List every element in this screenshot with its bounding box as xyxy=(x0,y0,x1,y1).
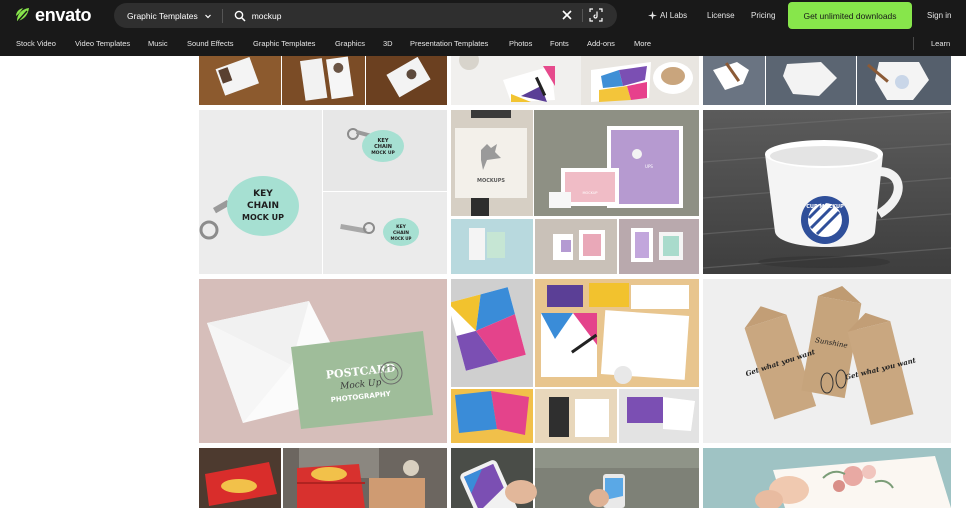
result-tile-keychain[interactable]: KEY CHAIN MOCK UP KEY CHAIN MOCK UP KEY … xyxy=(199,110,447,274)
nav-divider xyxy=(913,37,914,50)
tshirt-mockup-image xyxy=(703,56,951,105)
ai-labs-link[interactable]: AI Labs xyxy=(648,11,687,20)
sparkle-icon xyxy=(648,11,657,20)
sign-in-link[interactable]: Sign in xyxy=(927,0,951,31)
branding-ups-text: UPS xyxy=(645,164,653,169)
nav-item-graphic-templates[interactable]: Graphic Templates xyxy=(253,31,315,56)
nav-item-fonts[interactable]: Fonts xyxy=(550,31,569,56)
get-unlimited-downloads-button[interactable]: Get unlimited downloads xyxy=(788,2,912,29)
chevron-down-icon xyxy=(204,14,211,18)
nav-item-sound-effects[interactable]: Sound Effects xyxy=(187,31,234,56)
search-divider-right xyxy=(582,9,583,22)
cup-mockup-text: CUP MOCKUP xyxy=(806,204,844,210)
result-tile-branding[interactable]: MOCKUPS UPS MOCKUP xyxy=(451,110,699,274)
nav-item-presentation-templates[interactable]: Presentation Templates xyxy=(410,31,488,56)
logo-text: envato xyxy=(35,4,92,25)
keychain-mockup-image: KEY CHAIN MOCK UP KEY CHAIN MOCK UP KEY … xyxy=(199,110,447,274)
postcard-mockup-image: POSTCARD Mock Up PHOTOGRAPHY xyxy=(199,279,447,443)
nav-item-graphics[interactable]: Graphics xyxy=(335,31,365,56)
keychain-line3: MOCK UP xyxy=(242,213,284,222)
keychain-small2-line3: MOCK UP xyxy=(391,236,412,241)
pricing-link[interactable]: Pricing xyxy=(751,11,775,20)
nav-item-music[interactable]: Music xyxy=(148,31,168,56)
result-tile-phone[interactable] xyxy=(451,448,699,508)
result-tile-business-cards[interactable] xyxy=(199,56,447,105)
search-icon xyxy=(234,10,246,22)
keychain-small2-line1: KEY xyxy=(396,224,407,230)
category-label: Graphic Templates xyxy=(127,10,198,21)
cup-mockup-image: CUP MOCKUP xyxy=(703,110,951,274)
branding-mockups-text: MOCKUPS xyxy=(477,178,505,184)
keychain-small-line3: MOCK UP xyxy=(371,150,395,156)
kraft-envelope-mockup-image: Get what you want Sunshine Get what you … xyxy=(703,279,951,443)
phone-mockup-image xyxy=(451,448,699,508)
visual-search-icon[interactable] xyxy=(589,8,603,22)
nav-item-add-ons[interactable]: Add-ons xyxy=(587,31,615,56)
envato-leaf-icon xyxy=(16,8,29,22)
keychain-line2: CHAIN xyxy=(247,201,279,211)
close-icon[interactable] xyxy=(561,9,573,21)
result-tile-tshirt[interactable] xyxy=(703,56,951,105)
ai-labs-label: AI Labs xyxy=(660,11,688,20)
search-bar: Graphic Templates xyxy=(114,3,617,28)
business-card-mockup-image xyxy=(199,56,447,105)
branding-mockup-image: MOCKUPS UPS MOCKUP xyxy=(451,110,699,274)
keychain-small-line2: CHAIN xyxy=(374,144,392,150)
floral-card-mockup-image xyxy=(703,448,951,508)
stationery-set-image xyxy=(451,279,699,443)
nav-item-video-templates[interactable]: Video Templates xyxy=(75,31,130,56)
nav-item-photos[interactable]: Photos xyxy=(509,31,532,56)
envato-logo[interactable]: envato xyxy=(14,4,92,25)
result-tile-cup[interactable]: CUP MOCKUP xyxy=(703,110,951,274)
nav-item-learn[interactable]: Learn xyxy=(931,31,950,56)
stationery-mockup-image xyxy=(451,56,699,105)
nav-item-stock-video[interactable]: Stock Video xyxy=(16,31,56,56)
category-dropdown[interactable]: Graphic Templates xyxy=(114,3,212,28)
category-nav: Stock Video Video Templates Music Sound … xyxy=(0,31,966,56)
keychain-line1: KEY xyxy=(253,189,273,199)
nav-item-3d[interactable]: 3D xyxy=(383,31,393,56)
search-input[interactable] xyxy=(251,10,552,21)
branding-mockup-small-text: MOCKUP xyxy=(582,191,597,195)
nav-item-more[interactable]: More xyxy=(634,31,651,56)
top-bar: envato Graphic Templates AI Labs License… xyxy=(0,0,966,31)
result-tile-postcard[interactable]: POSTCARD Mock Up PHOTOGRAPHY xyxy=(199,279,447,443)
result-tile-stationery[interactable] xyxy=(451,279,699,443)
license-link[interactable]: License xyxy=(707,11,735,20)
result-tile-floral-card[interactable] xyxy=(703,448,951,508)
result-tile-pizza-box[interactable] xyxy=(199,448,447,508)
pizza-box-mockup-image xyxy=(199,448,447,508)
search-divider xyxy=(221,8,223,23)
result-tile-stationery-top[interactable] xyxy=(451,56,699,105)
result-tile-envelopes[interactable]: Get what you want Sunshine Get what you … xyxy=(703,279,951,443)
